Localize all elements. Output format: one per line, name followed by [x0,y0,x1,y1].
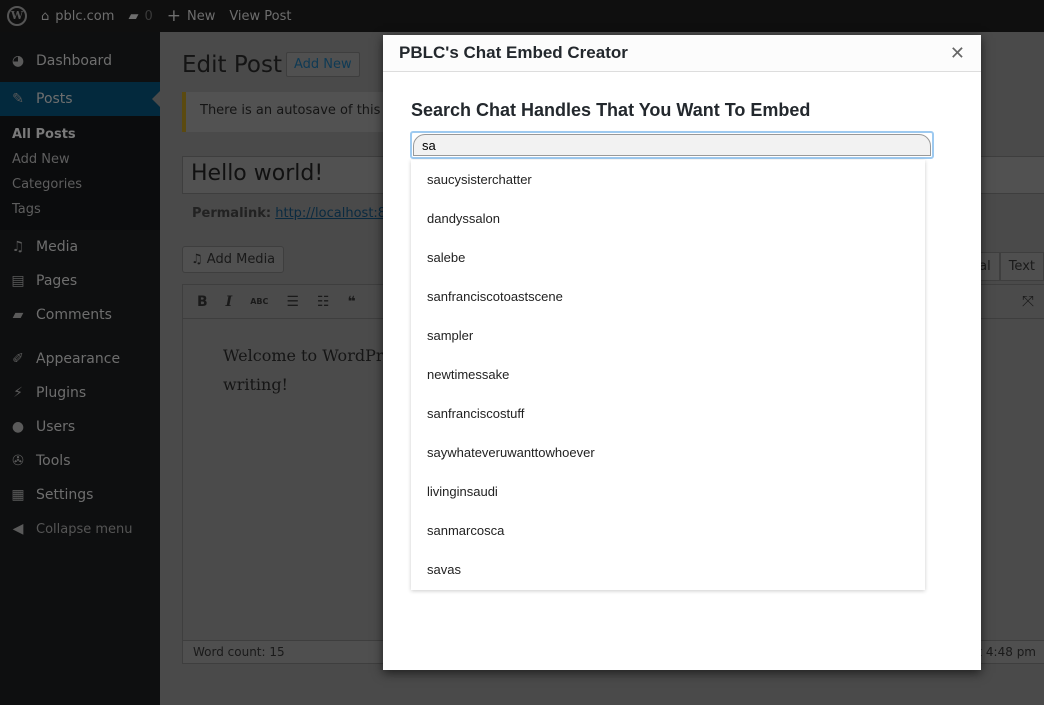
list-item[interactable]: sampler [411,316,925,355]
numbered-list-icon[interactable]: ☷ [317,294,330,310]
autocomplete-list: saucysisterchatter dandyssalon salebe sa… [411,160,925,590]
submenu-add-new[interactable]: Add New [0,147,160,172]
last-edited: t 4:48 pm [977,645,1036,659]
handle-search-input[interactable] [413,134,931,156]
close-icon[interactable]: ✕ [950,43,965,64]
sidebar-item-pages[interactable]: ▤ Pages [0,264,160,298]
permalink: Permalink: http://localhost:888 [192,206,403,221]
bold-icon[interactable]: B [197,294,208,310]
submenu-all-posts[interactable]: All Posts [0,122,160,147]
bullet-list-icon[interactable]: ☰ [286,294,299,310]
collapse-menu-button[interactable]: ◀ Collapse menu [0,512,160,546]
collapse-icon: ◀ [12,521,24,537]
sidebar-item-posts[interactable]: ✎ Posts [0,82,160,116]
strikethrough-icon[interactable]: ABC [250,297,268,306]
view-post-link[interactable]: View Post [229,9,291,24]
list-item[interactable]: sanfranciscotoastscene [411,277,925,316]
sidebar-item-settings[interactable]: ▦ Settings [0,478,160,512]
new-link[interactable]: + New [167,6,216,26]
list-item[interactable]: sanfranciscostuff [411,394,925,433]
add-media-button[interactable]: ♫ Add Media [182,246,285,273]
list-item[interactable]: newtimessake [411,355,925,394]
submenu-tags[interactable]: Tags [0,197,160,222]
media-icon: ♫ [191,252,207,267]
home-icon: ⌂ [41,8,50,24]
add-new-button[interactable]: Add New [286,52,360,77]
fullscreen-icon[interactable]: ⤧ [1022,292,1034,310]
wordpress-logo-icon[interactable]: W [7,6,27,26]
sidebar-item-media[interactable]: ♫ Media [0,230,160,264]
wrench-icon: ✇ [12,453,24,469]
settings-icon: ▦ [11,487,25,503]
pages-icon: ▤ [11,273,25,289]
italic-icon[interactable]: I [226,294,233,310]
chat-embed-modal: PBLC's Chat Embed Creator ✕ Search Chat … [383,35,981,670]
plugin-icon: ⚡ [13,385,23,401]
submenu-categories[interactable]: Categories [0,172,160,197]
sidebar-item-users[interactable]: ● Users [0,410,160,444]
list-item[interactable]: dandyssalon [411,199,925,238]
sidebar-item-comments[interactable]: ▰ Comments [0,298,160,332]
blockquote-icon[interactable]: ❝ [348,294,356,310]
modal-title: PBLC's Chat Embed Creator [399,43,628,62]
sidebar-item-tools[interactable]: ✇ Tools [0,444,160,478]
comment-icon: ▰ [128,8,139,24]
list-item[interactable]: saucysisterchatter [411,160,925,199]
sidebar-item-plugins[interactable]: ⚡ Plugins [0,376,160,410]
sidebar-item-dashboard[interactable]: ◕ Dashboard [0,44,160,78]
plus-icon: + [166,6,181,26]
user-icon: ● [11,419,25,435]
search-heading: Search Chat Handles That You Want To Emb… [411,100,811,120]
brush-icon: ✐ [12,351,24,367]
list-item[interactable]: sanmarcosca [411,511,925,550]
admin-bar: W ⌂ pblc.com ▰ 0 + New View Post [0,0,1044,32]
comments-link[interactable]: ▰ 0 [128,9,152,24]
site-link[interactable]: ⌂ pblc.com [41,9,114,24]
sidebar-item-appearance[interactable]: ✐ Appearance [0,342,160,376]
list-item[interactable]: salebe [411,238,925,277]
media-icon: ♫ [11,239,25,255]
dashboard-icon: ◕ [11,53,25,69]
page-title: Edit Post [182,52,282,78]
list-item[interactable]: livinginsaudi [411,472,925,511]
comment-icon: ▰ [12,307,24,323]
pin-icon: ✎ [12,91,24,107]
sidebar: ◕ Dashboard ✎ Posts All Posts Add New Cate… [0,32,160,705]
tab-text[interactable]: Text [999,252,1044,281]
list-item[interactable]: savas [411,550,925,589]
list-item[interactable]: saywhateveruwanttowhoever [411,433,925,472]
